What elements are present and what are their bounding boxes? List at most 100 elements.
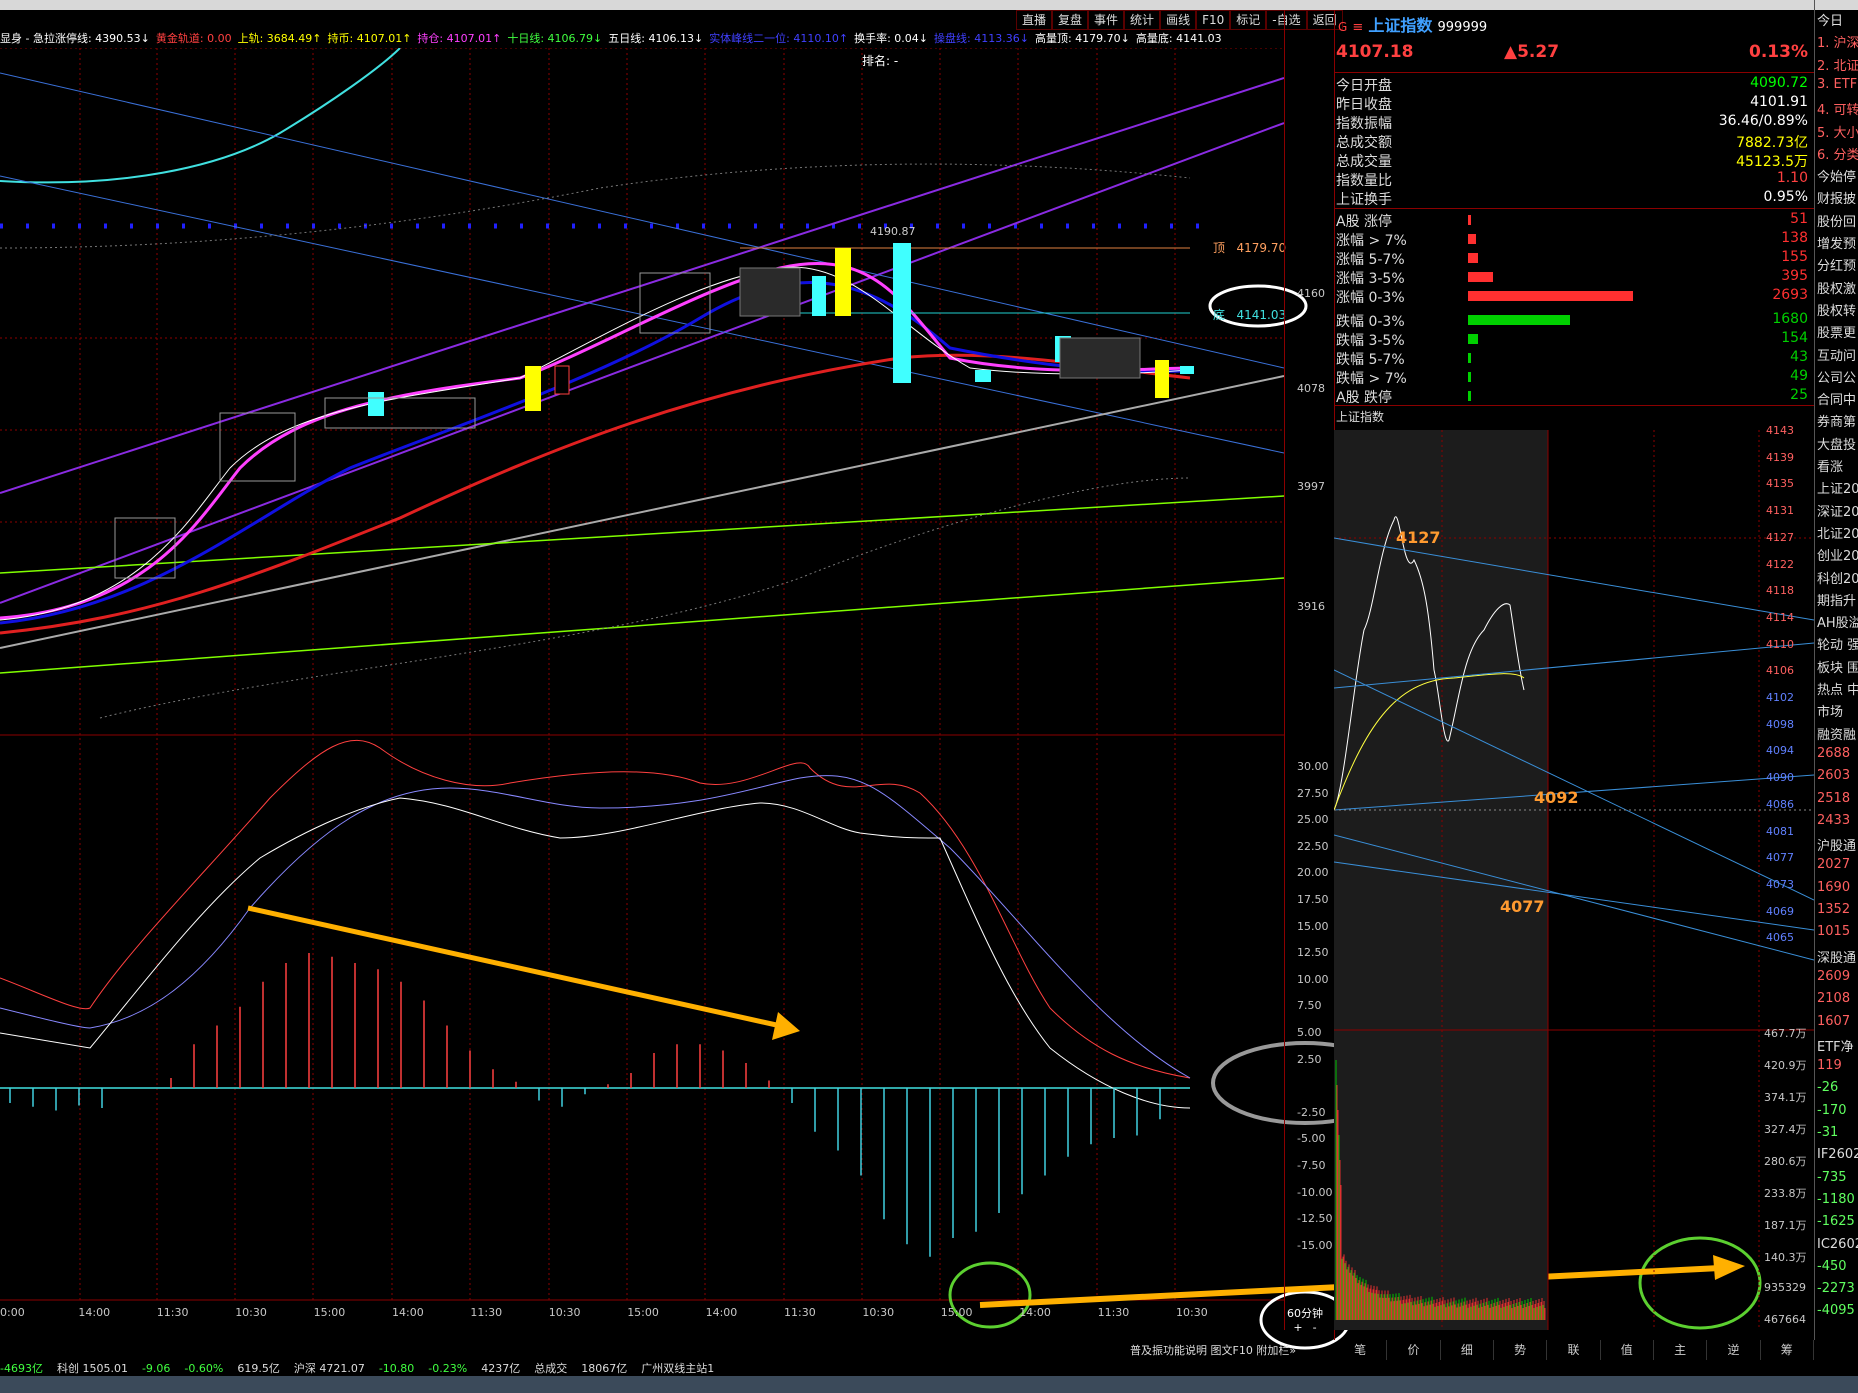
toolbar-button-1[interactable]: 复盘 [1052, 10, 1089, 30]
index-price: 4107.18 [1336, 42, 1414, 62]
side-item-11[interactable]: 分红预 [1817, 255, 1856, 274]
intraday-chart[interactable] [1334, 430, 1814, 1330]
side-item-22[interactable]: 深证20 [1817, 501, 1858, 520]
time-tick: 11:30 [1097, 1306, 1130, 1319]
side-item-43[interactable]: 2609 [1817, 969, 1850, 984]
side-item-17[interactable]: 合同中 [1817, 389, 1856, 408]
side-item-37[interactable]: 沪股通 [1817, 835, 1856, 854]
panel-tab-6[interactable]: 主 [1654, 1340, 1708, 1360]
side-item-16[interactable]: 公司公 [1817, 367, 1856, 386]
side-item-51[interactable]: IF2602 [1817, 1147, 1858, 1162]
help-links[interactable]: 普及振功能说明 图文F10 附加栏» [1130, 1342, 1296, 1358]
side-item-30[interactable]: 热点 中 [1817, 679, 1858, 698]
side-item-58[interactable]: -4095 [1817, 1303, 1855, 1318]
side-item-9[interactable]: 股份回 [1817, 211, 1856, 230]
panel-tab-7[interactable]: 逆 [1707, 1340, 1761, 1360]
side-item-10[interactable]: 增发预 [1817, 233, 1856, 252]
side-item-24[interactable]: 创业20 [1817, 545, 1858, 564]
status-item-10: 18067亿 [581, 1362, 628, 1375]
side-item-32[interactable]: 融资融 [1817, 724, 1856, 743]
side-item-8[interactable]: 财报披 [1817, 188, 1856, 207]
side-item-7[interactable]: 今始停 [1817, 166, 1856, 185]
side-item-48[interactable]: -26 [1817, 1080, 1838, 1095]
side-item-0[interactable]: 今日 [1817, 10, 1843, 29]
toolbar-button-3[interactable]: 统计 [1124, 10, 1161, 30]
side-item-38[interactable]: 2027 [1817, 857, 1850, 872]
side-item-20[interactable]: 看涨 [1817, 456, 1843, 475]
macd-tick: 17.50 [1297, 893, 1329, 906]
side-item-13[interactable]: 股权转 [1817, 300, 1856, 319]
side-item-36[interactable]: 2433 [1817, 813, 1850, 828]
side-item-49[interactable]: -170 [1817, 1103, 1847, 1118]
side-item-46[interactable]: ETF净 [1817, 1036, 1854, 1055]
toolbar-button-2[interactable]: 事件 [1088, 10, 1125, 30]
zoom-out-button[interactable]: - [1313, 1321, 1317, 1334]
side-item-6[interactable]: 6. 分类 [1817, 144, 1858, 163]
time-tick: 14:00 [392, 1306, 424, 1319]
toolbar-button-6[interactable]: 标记 [1230, 10, 1267, 30]
side-item-52[interactable]: -735 [1817, 1170, 1847, 1185]
toolbar-button-5[interactable]: F10 [1196, 10, 1231, 30]
status-item-2: -9.06 [141, 1362, 171, 1375]
zoom-in-button[interactable]: + [1293, 1321, 1302, 1334]
side-item-23[interactable]: 北证20 [1817, 523, 1858, 542]
panel-tab-8[interactable]: 筹 [1761, 1340, 1814, 1360]
toolbar-button-4[interactable]: 画线 [1160, 10, 1197, 30]
panel-tab-2[interactable]: 细 [1441, 1340, 1494, 1360]
side-item-4[interactable]: 4. 可转 [1817, 99, 1858, 118]
side-item-14[interactable]: 股票更 [1817, 322, 1856, 341]
side-item-27[interactable]: AH股溢 [1817, 612, 1858, 631]
kline-chart[interactable] [0, 48, 1284, 1328]
side-item-15[interactable]: 互动问 [1817, 345, 1856, 364]
side-item-41[interactable]: 1015 [1817, 924, 1850, 939]
side-item-3[interactable]: 3. ETF [1817, 77, 1857, 92]
side-item-1[interactable]: 1. 沪深 [1817, 32, 1858, 51]
panel-tab-3[interactable]: 势 [1494, 1340, 1548, 1360]
side-item-45[interactable]: 1607 [1817, 1014, 1850, 1029]
side-item-5[interactable]: 5. 大小 [1817, 122, 1858, 141]
panel-tab-0[interactable]: 笔 [1334, 1340, 1388, 1360]
panel-tab-1[interactable]: 价 [1387, 1340, 1441, 1360]
side-item-21[interactable]: 上证20 [1817, 478, 1858, 497]
indicator-readout-bar: 显身 - 急拉涨停线: 4390.53↓ 黄金轨道: 0.00 上轨: 3684.4… [0, 30, 1290, 48]
intraday-volume-tick: 420.9万 [1764, 1059, 1807, 1072]
toolbar-button-0[interactable]: 直播 [1016, 10, 1053, 30]
side-item-54[interactable]: -1625 [1817, 1214, 1855, 1229]
breadth-label: 跌幅 5-7% [1336, 352, 1405, 368]
side-item-26[interactable]: 期指升 [1817, 590, 1856, 609]
index-code: 999999 [1437, 20, 1488, 35]
side-item-35[interactable]: 2518 [1817, 791, 1850, 806]
macd-tick: -12.50 [1297, 1212, 1333, 1226]
side-item-57[interactable]: -2273 [1817, 1281, 1855, 1296]
stat-value: 45123.5万 [1736, 154, 1808, 170]
intraday-high-label: 4127 [1396, 528, 1441, 547]
side-item-34[interactable]: 2603 [1817, 768, 1850, 783]
side-item-18[interactable]: 券商第 [1817, 411, 1856, 430]
panel-tab-4[interactable]: 联 [1547, 1340, 1601, 1360]
intraday-volume-tick: 187.1万 [1764, 1219, 1807, 1232]
menu-icon[interactable]: ≡ [1352, 20, 1363, 35]
period-selector[interactable]: 60分钟 + - [1276, 1305, 1334, 1341]
side-item-56[interactable]: -450 [1817, 1259, 1847, 1274]
panel-tab-5[interactable]: 值 [1601, 1340, 1654, 1360]
intraday-volume-tick: 327.4万 [1764, 1123, 1807, 1136]
side-item-19[interactable]: 大盘投 [1817, 434, 1856, 453]
side-item-12[interactable]: 股权激 [1817, 278, 1856, 297]
side-item-42[interactable]: 深股通 [1817, 947, 1856, 966]
macd-tick: -10.00 [1297, 1185, 1333, 1199]
side-item-25[interactable]: 科创20 [1817, 568, 1858, 587]
side-item-2[interactable]: 2. 北证 [1817, 55, 1858, 74]
intraday-price-tick: 4110 [1766, 637, 1794, 651]
side-item-55[interactable]: IC2602 [1817, 1237, 1858, 1252]
side-item-39[interactable]: 1690 [1817, 880, 1850, 895]
side-item-31[interactable]: 市场 [1817, 701, 1843, 720]
side-item-29[interactable]: 板块 围 [1817, 657, 1858, 676]
side-item-40[interactable]: 1352 [1817, 902, 1850, 917]
side-item-33[interactable]: 2688 [1817, 746, 1850, 761]
side-item-47[interactable]: 119 [1817, 1058, 1842, 1073]
side-item-53[interactable]: -1180 [1817, 1192, 1855, 1207]
side-item-44[interactable]: 2108 [1817, 991, 1850, 1006]
period-label[interactable]: 60分钟 [1276, 1305, 1334, 1321]
side-item-28[interactable]: 轮动 强 [1817, 634, 1858, 653]
side-item-50[interactable]: -31 [1817, 1125, 1838, 1140]
